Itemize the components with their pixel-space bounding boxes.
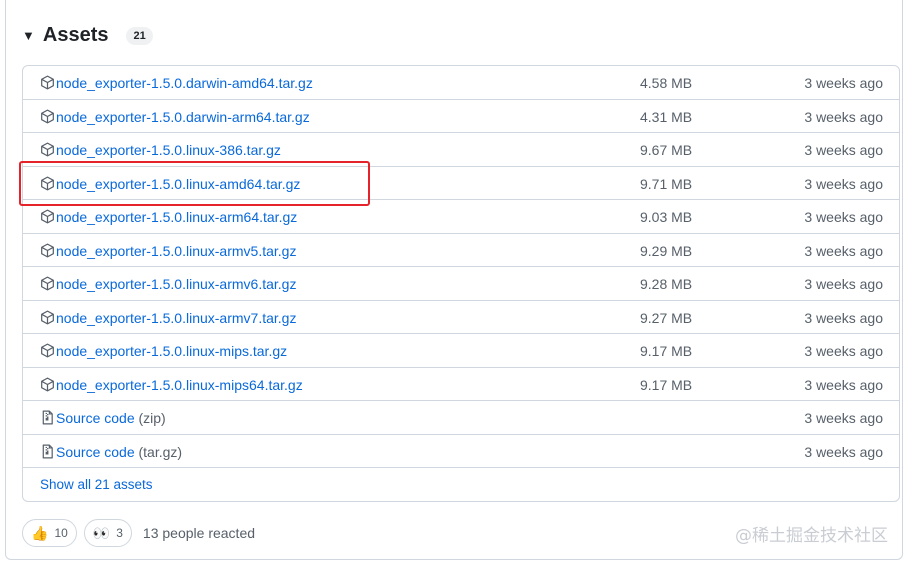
asset-row: node_exporter-1.5.0.linux-armv6.tar.gz 9.… (23, 267, 899, 301)
asset-name: node_exporter-1.5.0.linux-mips.tar.gz (56, 343, 288, 359)
asset-name: node_exporter-1.5.0.linux-armv5.tar.gz (56, 242, 297, 259)
package-icon (40, 343, 55, 358)
package-icon (40, 142, 55, 157)
eyes-icon: 👀 (92, 524, 111, 541)
show-all-assets-link[interactable]: Show all 21 assets (40, 477, 153, 492)
asset-row: node_exporter-1.5.0.linux-armv7.tar.gz 9.… (23, 301, 899, 334)
asset-size: 9.17 MB (640, 343, 693, 359)
asset-suffix: (zip) (138, 410, 166, 426)
asset-row: Source code (zip) 3 weeks ago (23, 401, 899, 435)
assets-header[interactable]: ▼ Assets 21 (22, 24, 153, 47)
asset-date: 3 weeks ago (804, 142, 883, 158)
asset-size: 9.27 MB (640, 309, 693, 326)
watermark: @稀土掘金技术社区 (735, 526, 888, 546)
assets-list: node_exporter-1.5.0.darwin-amd64.tar.gz 4… (22, 65, 900, 502)
asset-size: 9.71 MB (640, 175, 693, 192)
asset-date: 3 weeks ago (804, 75, 883, 91)
asset-date: 3 weeks ago (804, 309, 883, 326)
asset-size: 4.58 MB (640, 75, 693, 91)
asset-date: 3 weeks ago (804, 108, 883, 125)
package-icon (40, 310, 55, 325)
asset-size: 9.67 MB (640, 142, 693, 158)
asset-row: node_exporter-1.5.0.linux-mips.tar.gz 9.1… (23, 334, 899, 368)
assets-count-badge: 21 (126, 26, 153, 45)
package-icon (40, 75, 55, 90)
asset-size: 4.31 MB (640, 108, 693, 125)
asset-link[interactable]: node_exporter-1.5.0.darwin-amd64.tar.gz (56, 75, 313, 91)
asset-date: 3 weeks ago (804, 410, 883, 426)
package-icon (40, 109, 55, 124)
reactions-bar: 👍 10 👀 3 13 people reacted (22, 519, 255, 547)
asset-link[interactable]: node_exporter-1.5.0.linux-armv5.tar.gz (56, 243, 296, 259)
asset-suffix: (tar.gz) (138, 443, 183, 460)
highlight-box (19, 161, 370, 206)
asset-date: 3 weeks ago (804, 175, 883, 192)
package-icon (40, 377, 55, 392)
asset-link[interactable]: node_exporter-1.5.0.linux-armv6.tar.gz (56, 276, 296, 292)
asset-date: 3 weeks ago (804, 242, 883, 259)
asset-date: 3 weeks ago (804, 376, 883, 393)
thumbs-up-icon: 👍 (31, 524, 49, 541)
asset-date: 3 weeks ago (804, 276, 883, 292)
file-zip-icon (40, 410, 55, 425)
asset-name: node_exporter-1.5.0.linux-386.tar.gz (56, 142, 281, 158)
asset-link[interactable]: node_exporter-1.5.0.linux-mips64.tar.gz (56, 377, 303, 393)
asset-date: 3 weeks ago (804, 209, 883, 225)
package-icon (40, 243, 55, 258)
reaction-eyes-button[interactable]: 👀 3 (83, 519, 132, 547)
asset-name: node_exporter-1.5.0.darwin-arm64.tar.gz (56, 108, 310, 125)
package-icon (40, 276, 55, 291)
asset-link[interactable]: node_exporter-1.5.0.darwin-arm64.tar.gz (56, 109, 310, 125)
asset-name: Source code (56, 443, 135, 460)
asset-name: node_exporter-1.5.0.darwin-amd64.tar.gz (56, 75, 313, 91)
asset-row: node_exporter-1.5.0.linux-mips64.tar.gz 9… (23, 368, 899, 401)
asset-name: node_exporter-1.5.0.linux-armv6.tar.gz (56, 276, 297, 292)
asset-link[interactable]: node_exporter-1.5.0.linux-arm64.tar.gz (56, 209, 297, 225)
asset-name: node_exporter-1.5.0.linux-mips64.tar.gz (56, 376, 303, 393)
asset-size: 9.28 MB (640, 276, 693, 292)
asset-date: 3 weeks ago (804, 443, 883, 460)
asset-row: node_exporter-1.5.0.darwin-amd64.tar.gz 4… (23, 66, 899, 100)
asset-link[interactable]: node_exporter-1.5.0.linux-386.tar.gz (56, 142, 281, 158)
asset-name: node_exporter-1.5.0.linux-arm64.tar.gz (56, 209, 298, 225)
asset-link[interactable]: Source code (tar.gz) (56, 444, 182, 460)
asset-date: 3 weeks ago (804, 343, 883, 359)
asset-size: 9.03 MB (640, 209, 693, 225)
caret-down-icon[interactable]: ▼ (22, 29, 35, 42)
asset-link[interactable]: node_exporter-1.5.0.linux-mips.tar.gz (56, 343, 287, 359)
asset-row: node_exporter-1.5.0.darwin-arm64.tar.gz 4… (23, 100, 899, 133)
assets-title: Assets (42, 24, 109, 46)
asset-row: node_exporter-1.5.0.linux-armv5.tar.gz 9.… (23, 234, 899, 267)
asset-link[interactable]: Source code (zip) (56, 410, 166, 426)
file-zip-icon (40, 444, 55, 459)
asset-link[interactable]: node_exporter-1.5.0.linux-armv7.tar.gz (56, 310, 296, 326)
asset-size: 9.29 MB (640, 242, 693, 259)
asset-size: 9.17 MB (640, 376, 693, 393)
reaction-thumbs-up-button[interactable]: 👍 10 (22, 519, 77, 547)
package-icon (40, 209, 55, 224)
reactions-summary: 13 people reacted (142, 525, 256, 541)
asset-row: Source code (tar.gz) 3 weeks ago (23, 435, 899, 468)
reaction-count: 10 (54, 526, 68, 540)
asset-name: node_exporter-1.5.0.linux-armv7.tar.gz (56, 309, 297, 326)
asset-name: Source code (56, 410, 135, 426)
reaction-count: 3 (116, 526, 123, 540)
